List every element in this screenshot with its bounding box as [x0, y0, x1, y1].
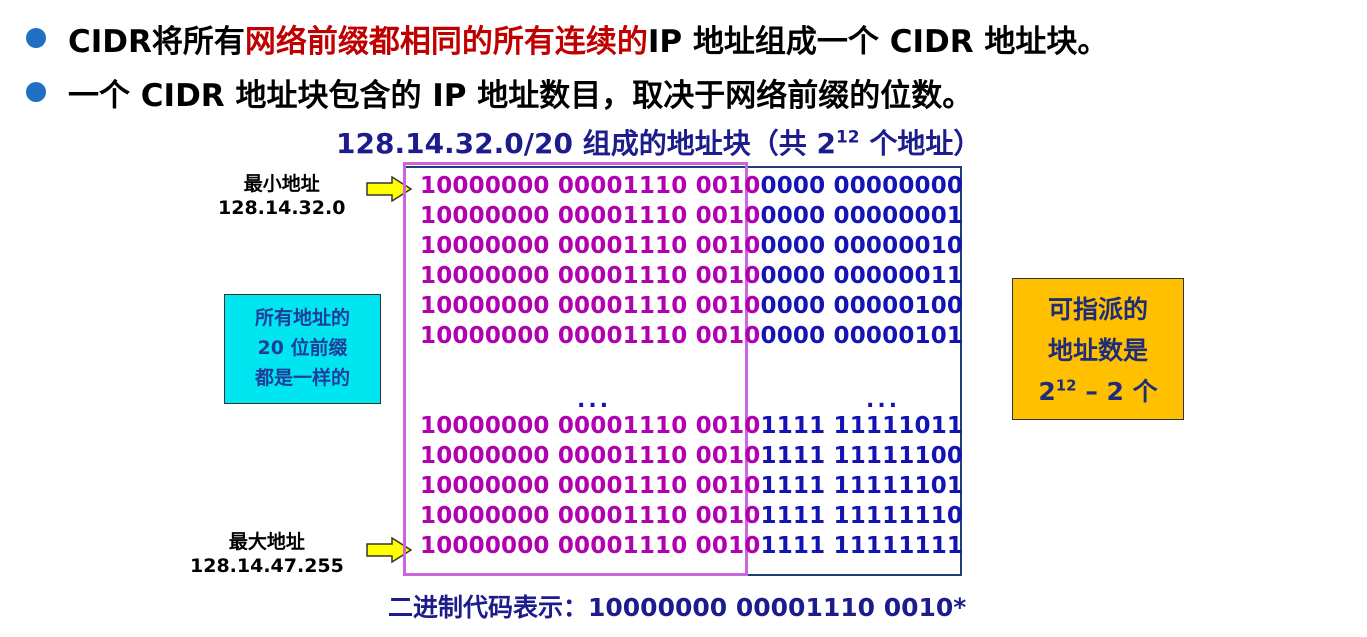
- note-line: 都是一样的: [254, 367, 350, 389]
- row-host-bits: 0000 00000101: [760, 323, 964, 349]
- binary-row: 10000000 00001110 00101111 11111101: [420, 473, 963, 503]
- bullet-dot-icon: [26, 28, 46, 48]
- bullet-line-1: CIDR将所有 网络前缀都相同的所有连续的 IP 地址组成一个 CIDR 地址块。: [26, 16, 1108, 60]
- row-prefix-bits: 10000000 00001110 0010: [420, 263, 761, 289]
- binary-row: 10000000 00001110 00100000 00000001: [420, 203, 963, 233]
- ellipsis-right: ...: [866, 388, 901, 413]
- max-address-label: 最大地址 128.14.47.255: [190, 530, 344, 578]
- gold-base: 2: [1038, 377, 1056, 406]
- row-prefix-bits: 10000000 00001110 0010: [420, 413, 761, 439]
- note-line: 所有地址的: [254, 307, 350, 329]
- binary-row: 10000000 00001110 00101111 11111111: [420, 533, 963, 563]
- binary-row: 10000000 00001110 00100000 00000000: [420, 173, 963, 203]
- gold-line-3: 212 – 2 个: [1013, 371, 1183, 412]
- row-prefix-bits: 10000000 00001110 0010: [420, 323, 761, 349]
- bullet-line-2: 一个 CIDR 地址块包含的 IP 地址数目，取决于网络前缀的位数。: [26, 70, 973, 114]
- row-prefix-bits: 10000000 00001110 0010: [420, 293, 761, 319]
- binary-row: 10000000 00001110 00101111 11111110: [420, 503, 963, 533]
- block-subtitle: 128.14.32.0/20 组成的地址块（共 212 个地址）: [336, 122, 981, 162]
- assignable-count-note: 可指派的 地址数是 212 – 2 个: [1012, 278, 1184, 420]
- note-line: 20 位前缀: [257, 337, 348, 359]
- row-host-bits: 0000 00000011: [760, 263, 964, 289]
- row-host-bits: 0000 00000001: [760, 203, 964, 229]
- row-host-bits: 1111 11111100: [760, 443, 964, 469]
- min-address-title: 最小地址: [243, 173, 320, 195]
- row-prefix-bits: 10000000 00001110 0010: [420, 443, 761, 469]
- row-prefix-bits: 10000000 00001110 0010: [420, 503, 761, 529]
- row-host-bits: 0000 00000010: [760, 233, 964, 259]
- row-host-bits: 0000 00000000: [760, 173, 964, 199]
- gold-tail: – 2 个: [1076, 377, 1158, 406]
- max-address-title: 最大地址: [228, 531, 305, 553]
- binary-row: 10000000 00001110 00100000 00000011: [420, 263, 963, 293]
- row-prefix-bits: 10000000 00001110 0010: [420, 533, 761, 559]
- row-prefix-bits: 10000000 00001110 0010: [420, 473, 761, 499]
- min-address-value: 128.14.32.0: [218, 197, 346, 219]
- row-host-bits: 1111 11111011: [760, 413, 964, 439]
- bullet-1-tail: IP 地址组成一个 CIDR 地址块。: [647, 23, 1109, 60]
- binary-row: 10000000 00001110 00100000 00000100: [420, 293, 963, 323]
- min-address-label: 最小地址 128.14.32.0: [218, 172, 345, 220]
- max-address-value: 128.14.47.255: [190, 555, 344, 577]
- gold-exponent: 12: [1055, 376, 1077, 395]
- bullet-1-highlight: 网络前缀都相同的所有连续的: [244, 23, 648, 60]
- row-host-bits: 1111 11111110: [760, 503, 964, 529]
- ellipsis-left: ...: [577, 388, 612, 413]
- row-host-bits: 1111 11111111: [760, 533, 964, 559]
- gold-line-2: 地址数是: [1047, 336, 1148, 365]
- row-host-bits: 1111 11111101: [760, 473, 964, 499]
- binary-row: 10000000 00001110 00101111 11111100: [420, 443, 963, 473]
- row-host-bits: 0000 00000100: [760, 293, 964, 319]
- row-prefix-bits: 10000000 00001110 0010: [420, 203, 761, 229]
- subtitle-prefix: 128.14.32.0/20 组成的地址块（共 2: [336, 127, 836, 160]
- common-prefix-note: 所有地址的 20 位前缀 都是一样的: [224, 294, 381, 404]
- bullet-1-text: CIDR将所有: [68, 23, 245, 60]
- bullet-2-text: 一个 CIDR 地址块包含的 IP 地址数目，取决于网络前缀的位数。: [68, 77, 974, 114]
- binary-row: 10000000 00001110 00101111 11111011: [420, 413, 963, 443]
- subtitle-exponent: 12: [835, 127, 860, 148]
- row-prefix-bits: 10000000 00001110 0010: [420, 173, 761, 199]
- binary-row: 10000000 00001110 00100000 00000010: [420, 233, 963, 263]
- row-prefix-bits: 10000000 00001110 0010: [420, 233, 761, 259]
- binary-notation-footer: 二进制代码表示：10000000 00001110 0010*: [388, 593, 967, 622]
- gold-line-1: 可指派的: [1047, 295, 1148, 324]
- binary-row: 10000000 00001110 00100000 00000101: [420, 323, 963, 353]
- subtitle-suffix: 个地址）: [859, 127, 982, 160]
- bullet-dot-icon: [26, 82, 46, 102]
